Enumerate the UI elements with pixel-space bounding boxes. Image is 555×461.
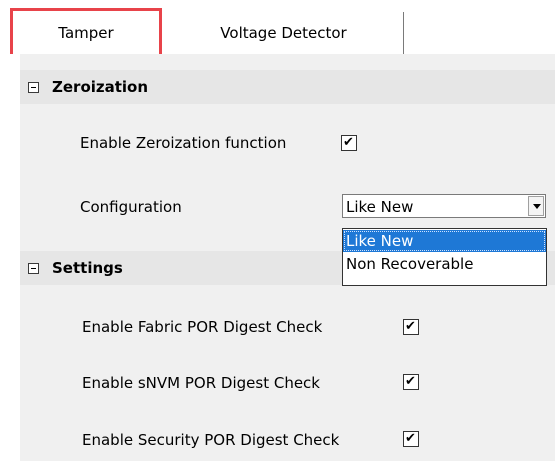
check-icon: ✔ [405,319,416,334]
fabric-por-digest-label: Enable Fabric POR Digest Check [82,318,323,336]
security-por-digest-label: Enable Security POR Digest Check [82,431,340,449]
collapse-icon[interactable] [28,262,39,274]
settings-section-title: Settings [52,259,123,277]
collapse-icon[interactable] [28,81,39,93]
check-icon: ✔ [405,431,416,446]
tab-voltage-detector[interactable]: Voltage Detector [164,12,404,54]
chevron-down-icon[interactable] [528,196,544,216]
dropdown-option-like-new[interactable]: Like New [343,230,546,252]
snvm-por-digest-checkbox[interactable]: ✔ [403,374,419,390]
configuration-label: Configuration [80,198,182,216]
enable-zeroization-label: Enable Zeroization function [80,134,287,152]
check-icon: ✔ [343,135,354,150]
configuration-select[interactable]: Like New [342,194,546,218]
configuration-dropdown-list: Like New Non Recoverable [342,228,547,286]
tab-bar: Tamper Voltage Detector [0,0,555,55]
dropdown-option-non-recoverable[interactable]: Non Recoverable [343,253,546,275]
configuration-select-value: Like New [346,198,414,216]
enable-zeroization-checkbox[interactable]: ✔ [341,135,357,151]
fabric-por-digest-checkbox[interactable]: ✔ [403,319,419,335]
zeroization-section-header[interactable]: Zeroization [20,70,555,104]
tab-voltage-detector-label: Voltage Detector [220,24,347,42]
security-por-digest-checkbox[interactable]: ✔ [403,431,419,447]
tab-tamper[interactable]: Tamper [10,8,162,54]
snvm-por-digest-label: Enable sNVM POR Digest Check [82,374,320,392]
zeroization-section-title: Zeroization [52,78,149,96]
tab-tamper-label: Tamper [58,23,114,42]
check-icon: ✔ [405,374,416,389]
